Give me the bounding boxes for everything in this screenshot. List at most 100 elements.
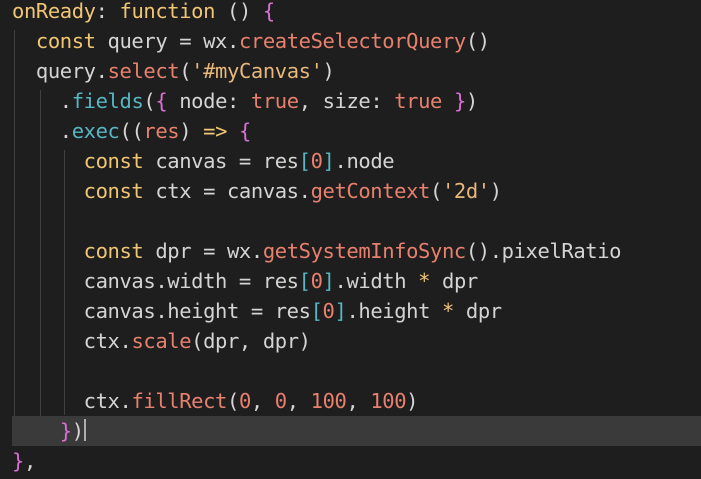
- code-line[interactable]: ctx.scale(dpr, dpr): [12, 326, 701, 356]
- code-token: canvas: [12, 299, 156, 323]
- code-line[interactable]: onReady: function () {: [12, 0, 701, 26]
- code-token: height = res: [167, 299, 311, 323]
- code-line[interactable]: .fields({ node: true, size: true }): [12, 86, 701, 116]
- code-token: onReady: [12, 0, 96, 23]
- code-token: pixelRatio: [501, 239, 622, 263]
- text-cursor: [84, 419, 86, 441]
- code-line[interactable]: .exec((res) => {: [12, 116, 701, 146]
- code-token: res: [143, 119, 180, 143]
- code-token: ): [465, 89, 478, 113]
- code-token: (: [226, 389, 239, 413]
- code-token: .: [250, 239, 263, 263]
- code-token: .: [334, 149, 347, 173]
- code-token: canvas: [12, 269, 156, 293]
- code-token: function: [119, 0, 216, 23]
- code-token: =>: [203, 119, 228, 143]
- code-token: 0: [322, 299, 335, 323]
- code-line[interactable]: [12, 356, 701, 386]
- code-token: .: [298, 179, 311, 203]
- code-token: wx: [203, 29, 227, 53]
- code-line[interactable]: canvas.height = res[0].height * dpr: [12, 296, 701, 326]
- code-editor[interactable]: onReady: function () { const query = wx.…: [0, 0, 701, 479]
- code-token: select: [107, 59, 180, 83]
- code-token: query: [35, 59, 96, 83]
- code-token: ): [71, 419, 84, 443]
- code-line[interactable]: }): [12, 416, 701, 446]
- code-token: (: [179, 59, 192, 83]
- code-token: .: [59, 119, 72, 143]
- code-line[interactable]: },: [12, 446, 701, 476]
- code-token: {: [155, 89, 168, 113]
- code-token: 0: [238, 389, 251, 413]
- code-token: ,: [286, 389, 311, 413]
- code-token: .: [59, 89, 72, 113]
- code-token: const: [83, 179, 144, 203]
- code-token: {: [239, 119, 251, 143]
- code-token: {: [262, 0, 275, 23]
- code-token: (): [465, 29, 490, 53]
- code-token: dpr, dpr: [203, 329, 299, 353]
- code-token: .: [226, 29, 239, 53]
- code-token: ,: [23, 449, 36, 473]
- code-token: ,: [250, 389, 275, 413]
- code-token: ,: [346, 389, 371, 413]
- code-token: '2d': [441, 179, 490, 203]
- code-token: ): [322, 59, 335, 83]
- code-token: ]: [334, 299, 347, 323]
- code-token: .: [155, 299, 168, 323]
- code-token: [: [298, 269, 311, 293]
- code-token: (: [119, 119, 132, 143]
- code-line[interactable]: ctx.fillRect(0, 0, 100, 100): [12, 386, 701, 416]
- code-line[interactable]: const dpr = wx.getSystemInfoSync().pixel…: [12, 236, 701, 266]
- code-token: const: [35, 29, 96, 53]
- code-token: scale: [131, 329, 192, 353]
- code-token: ]: [322, 269, 335, 293]
- code-token: ]: [322, 149, 335, 173]
- code-token: const: [83, 149, 144, 173]
- code-token: .: [334, 269, 347, 293]
- code-token: ): [179, 119, 192, 143]
- code-token: ): [489, 179, 502, 203]
- code-token: .: [119, 329, 132, 353]
- code-token: [: [310, 299, 323, 323]
- code-token: getSystemInfoSync: [262, 239, 466, 263]
- code-token: 0: [310, 269, 323, 293]
- code-line[interactable]: const query = wx.createSelectorQuery(): [12, 26, 701, 56]
- code-token: 100: [370, 389, 407, 413]
- code-token: }: [59, 419, 72, 443]
- code-token: true: [250, 89, 299, 113]
- code-token: .: [119, 389, 132, 413]
- code-token: canvas = res: [143, 149, 299, 173]
- code-line[interactable]: const ctx = canvas.getContext('2d'): [12, 176, 701, 206]
- code-line[interactable]: query.select('#myCanvas'): [12, 56, 701, 86]
- code-token: }: [12, 449, 24, 473]
- code-token: [: [298, 149, 311, 173]
- code-token: (: [131, 119, 144, 143]
- code-token: (: [191, 329, 204, 353]
- code-token: (: [430, 179, 442, 203]
- code-token: (: [143, 89, 156, 113]
- code-token: width = res: [167, 269, 299, 293]
- code-line[interactable]: canvas.width = res[0].width * dpr: [12, 266, 701, 296]
- code-line[interactable]: [12, 206, 701, 236]
- code-token: createSelectorQuery: [238, 29, 466, 53]
- code-line[interactable]: const canvas = res[0].node: [12, 146, 701, 176]
- code-token: , size:: [298, 89, 395, 113]
- code-token: exec: [71, 119, 120, 143]
- code-token: ctx: [12, 389, 120, 413]
- code-token: dpr = wx: [143, 239, 251, 263]
- code-token: height: [358, 299, 442, 323]
- code-token: }: [453, 89, 466, 113]
- code-token: *: [442, 299, 454, 323]
- code-token: .: [346, 299, 359, 323]
- code-token: .: [95, 59, 108, 83]
- code-token: ctx: [12, 329, 120, 353]
